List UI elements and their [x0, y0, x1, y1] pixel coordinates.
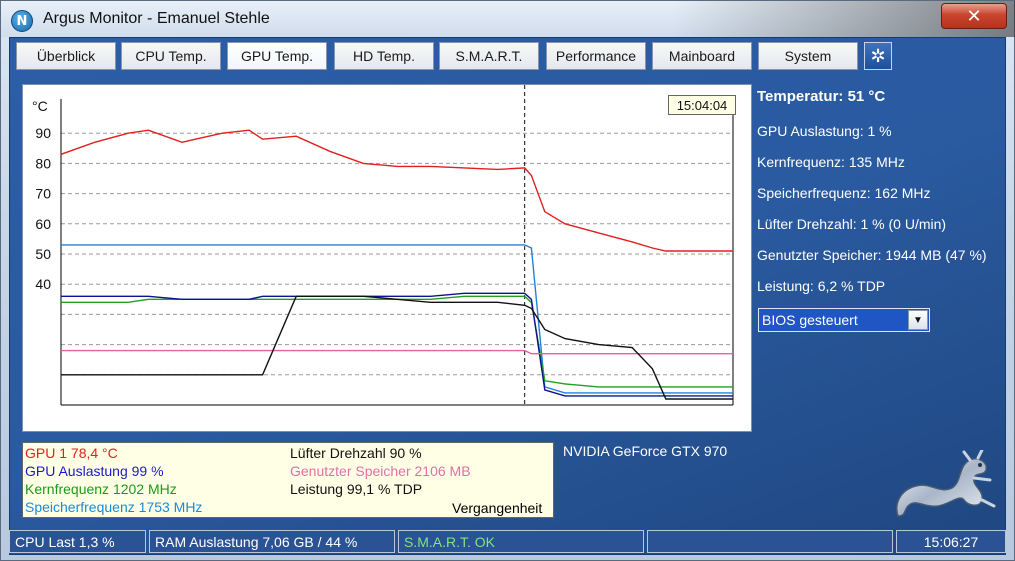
- y-tick-label: 70: [35, 186, 51, 202]
- legend-gpu1: GPU 1 78,4 °C: [25, 445, 118, 461]
- tab-mainboard[interactable]: Mainboard: [652, 42, 752, 70]
- y-tick-label: 60: [35, 216, 51, 232]
- tab-gpu-temp[interactable]: GPU Temp.: [227, 42, 327, 70]
- y-tick-label: 50: [35, 246, 51, 262]
- gpu-name: NVIDIA GeForce GTX 970: [563, 443, 728, 459]
- fan-speed-value: Lüfter Drehzahl: 1 % (0 U/min): [757, 216, 947, 232]
- close-button[interactable]: ✕: [941, 3, 1007, 29]
- fan-mode-value: BIOS gesteuert: [762, 312, 858, 328]
- app-icon[interactable]: N: [11, 10, 33, 32]
- client-area: Überblick CPU Temp. GPU Temp. HD Temp. S…: [9, 37, 1006, 555]
- settings-button[interactable]: ✲: [864, 42, 892, 70]
- status-ram-usage: RAM Auslastung 7,06 GB / 44 %: [149, 530, 395, 553]
- legend-history: Vergangenheit: [452, 500, 543, 516]
- chart-legend: GPU 1 78,4 °C GPU Auslastung 99 % Kernfr…: [22, 442, 554, 518]
- status-cpu-load: CPU Last 1,3 %: [9, 530, 146, 553]
- y-tick-label: 40: [35, 276, 51, 292]
- power-value: Leistung: 6,2 % TDP: [757, 278, 886, 294]
- chart-time-label: 15:04:04: [668, 95, 736, 115]
- used-mem-value: Genutzter Speicher: 1944 MB (47 %): [757, 247, 987, 263]
- series-line-1: [61, 244, 733, 394]
- legend-core-freq: Kernfrequenz 1202 MHz: [25, 481, 177, 497]
- tab-ueberblick[interactable]: Überblick: [16, 42, 116, 70]
- status-empty: [647, 530, 893, 553]
- legend-used-mem: Genutzter Speicher 2106 MB: [290, 463, 471, 479]
- legend-fan: Lüfter Drehzahl 90 %: [290, 445, 422, 461]
- tab-smart[interactable]: S.M.A.R.T.: [439, 42, 539, 70]
- tab-performance[interactable]: Performance: [546, 42, 646, 70]
- tab-cpu-temp[interactable]: CPU Temp.: [121, 42, 221, 70]
- mem-freq-value: Speicherfrequenz: 162 MHz: [757, 185, 931, 201]
- lizard-logo-icon: [896, 450, 996, 517]
- legend-power: Leistung 99,1 % TDP: [290, 481, 423, 497]
- y-tick-label: 80: [35, 155, 51, 171]
- fan-mode-select[interactable]: BIOS gesteuert ▼: [758, 308, 930, 332]
- series-line-4: [61, 349, 733, 355]
- title-bar[interactable]: N Argus Monitor - Emanuel Stehle ✕: [1, 1, 1015, 37]
- status-bar: CPU Last 1,3 % RAM Auslastung 7,06 GB / …: [9, 530, 1006, 554]
- status-time: 15:06:27: [896, 530, 1006, 553]
- app-window: N Argus Monitor - Emanuel Stehle ✕ Überb…: [0, 0, 1015, 561]
- core-freq-value: Kernfrequenz: 135 MHz: [757, 154, 905, 170]
- series-line-0: [60, 129, 733, 252]
- tab-hd-temp[interactable]: HD Temp.: [334, 42, 434, 70]
- close-icon: ✕: [966, 5, 982, 27]
- status-smart: S.M.A.R.T. OK: [398, 530, 644, 553]
- chart-canvas: 90 80 70 60 50 40 °C: [32, 85, 734, 406]
- gpu-temp-chart: 90 80 70 60 50 40 °C 15:04:04: [22, 84, 752, 432]
- gear-icon: ✲: [870, 45, 886, 67]
- series-line-2: [61, 295, 733, 388]
- legend-mem-freq: Speicherfrequenz 1753 MHz: [25, 499, 203, 515]
- tab-system[interactable]: System: [758, 42, 858, 70]
- legend-gpu-load: GPU Auslastung 99 %: [25, 463, 164, 479]
- y-unit-label: °C: [32, 98, 48, 114]
- window-title: Argus Monitor - Emanuel Stehle: [43, 10, 270, 27]
- gpu-load-value: GPU Auslastung: 1 %: [757, 123, 892, 139]
- y-tick-label: 90: [35, 125, 51, 141]
- temperature-value: Temperatur: 51 °C: [757, 88, 886, 105]
- chevron-down-icon[interactable]: ▼: [908, 310, 928, 330]
- series-line-5: [61, 295, 733, 400]
